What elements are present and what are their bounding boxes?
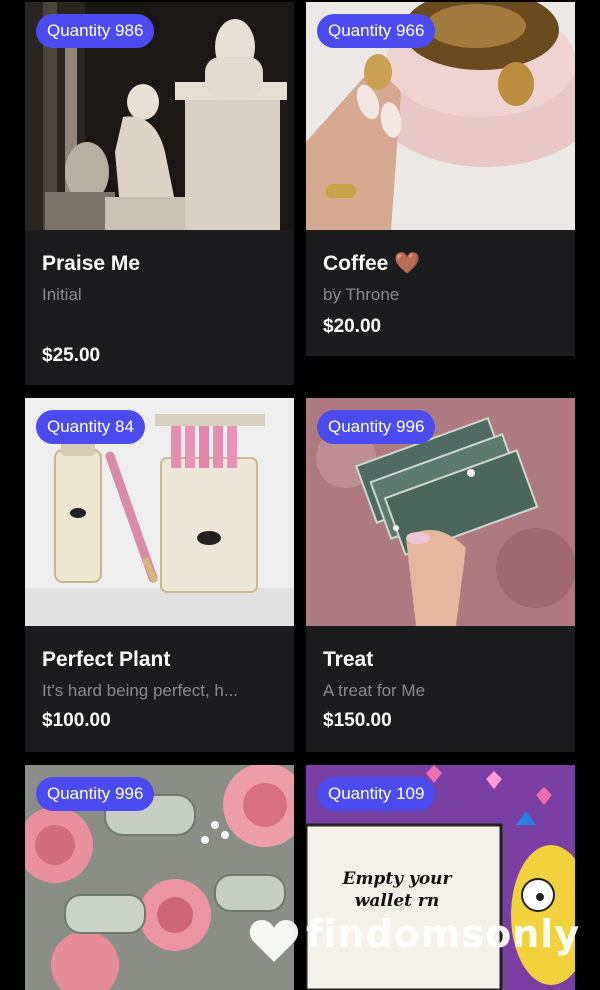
quantity-badge: Quantity 84 — [36, 410, 145, 444]
product-card[interactable]: Quantity 996 Treat A treat for Me $150.0… — [306, 398, 575, 752]
findomsonly-watermark: findomsonly — [246, 908, 596, 978]
product-card[interactable]: Quantity 986 Praise Me Initial $25.00 — [25, 2, 294, 385]
product-title: Treat — [323, 648, 374, 671]
product-card[interactable]: Quantity 966 Coffee 🤎 by Throne $20.00 — [306, 2, 575, 356]
watermark-text: findomsonly — [306, 912, 581, 956]
heart-icon — [249, 920, 299, 962]
quantity-badge: Quantity 996 — [36, 777, 155, 811]
product-title: Perfect Plant — [42, 648, 171, 671]
product-price: $20.00 — [323, 316, 382, 337]
product-price: $100.00 — [42, 710, 111, 731]
product-price: $25.00 — [42, 345, 101, 366]
product-title: Coffee 🤎 — [323, 252, 421, 275]
quantity-badge: Quantity 109 — [317, 777, 436, 811]
product-price: $150.00 — [323, 710, 392, 731]
product-subtitle: Initial — [42, 285, 82, 304]
quantity-badge: Quantity 966 — [317, 14, 436, 48]
product-subtitle: A treat for Me — [323, 681, 426, 700]
product-subtitle: It's hard being perfect, h... — [42, 681, 239, 700]
product-card[interactable]: Quantity 84 Perfect Plant It's hard bein… — [25, 398, 294, 752]
product-subtitle: by Throne — [323, 285, 400, 304]
product-title: Praise Me — [42, 252, 141, 275]
quantity-badge: Quantity 996 — [317, 410, 436, 444]
quantity-badge: Quantity 986 — [36, 14, 155, 48]
sign-text: Empty your wallet rn — [342, 869, 452, 911]
